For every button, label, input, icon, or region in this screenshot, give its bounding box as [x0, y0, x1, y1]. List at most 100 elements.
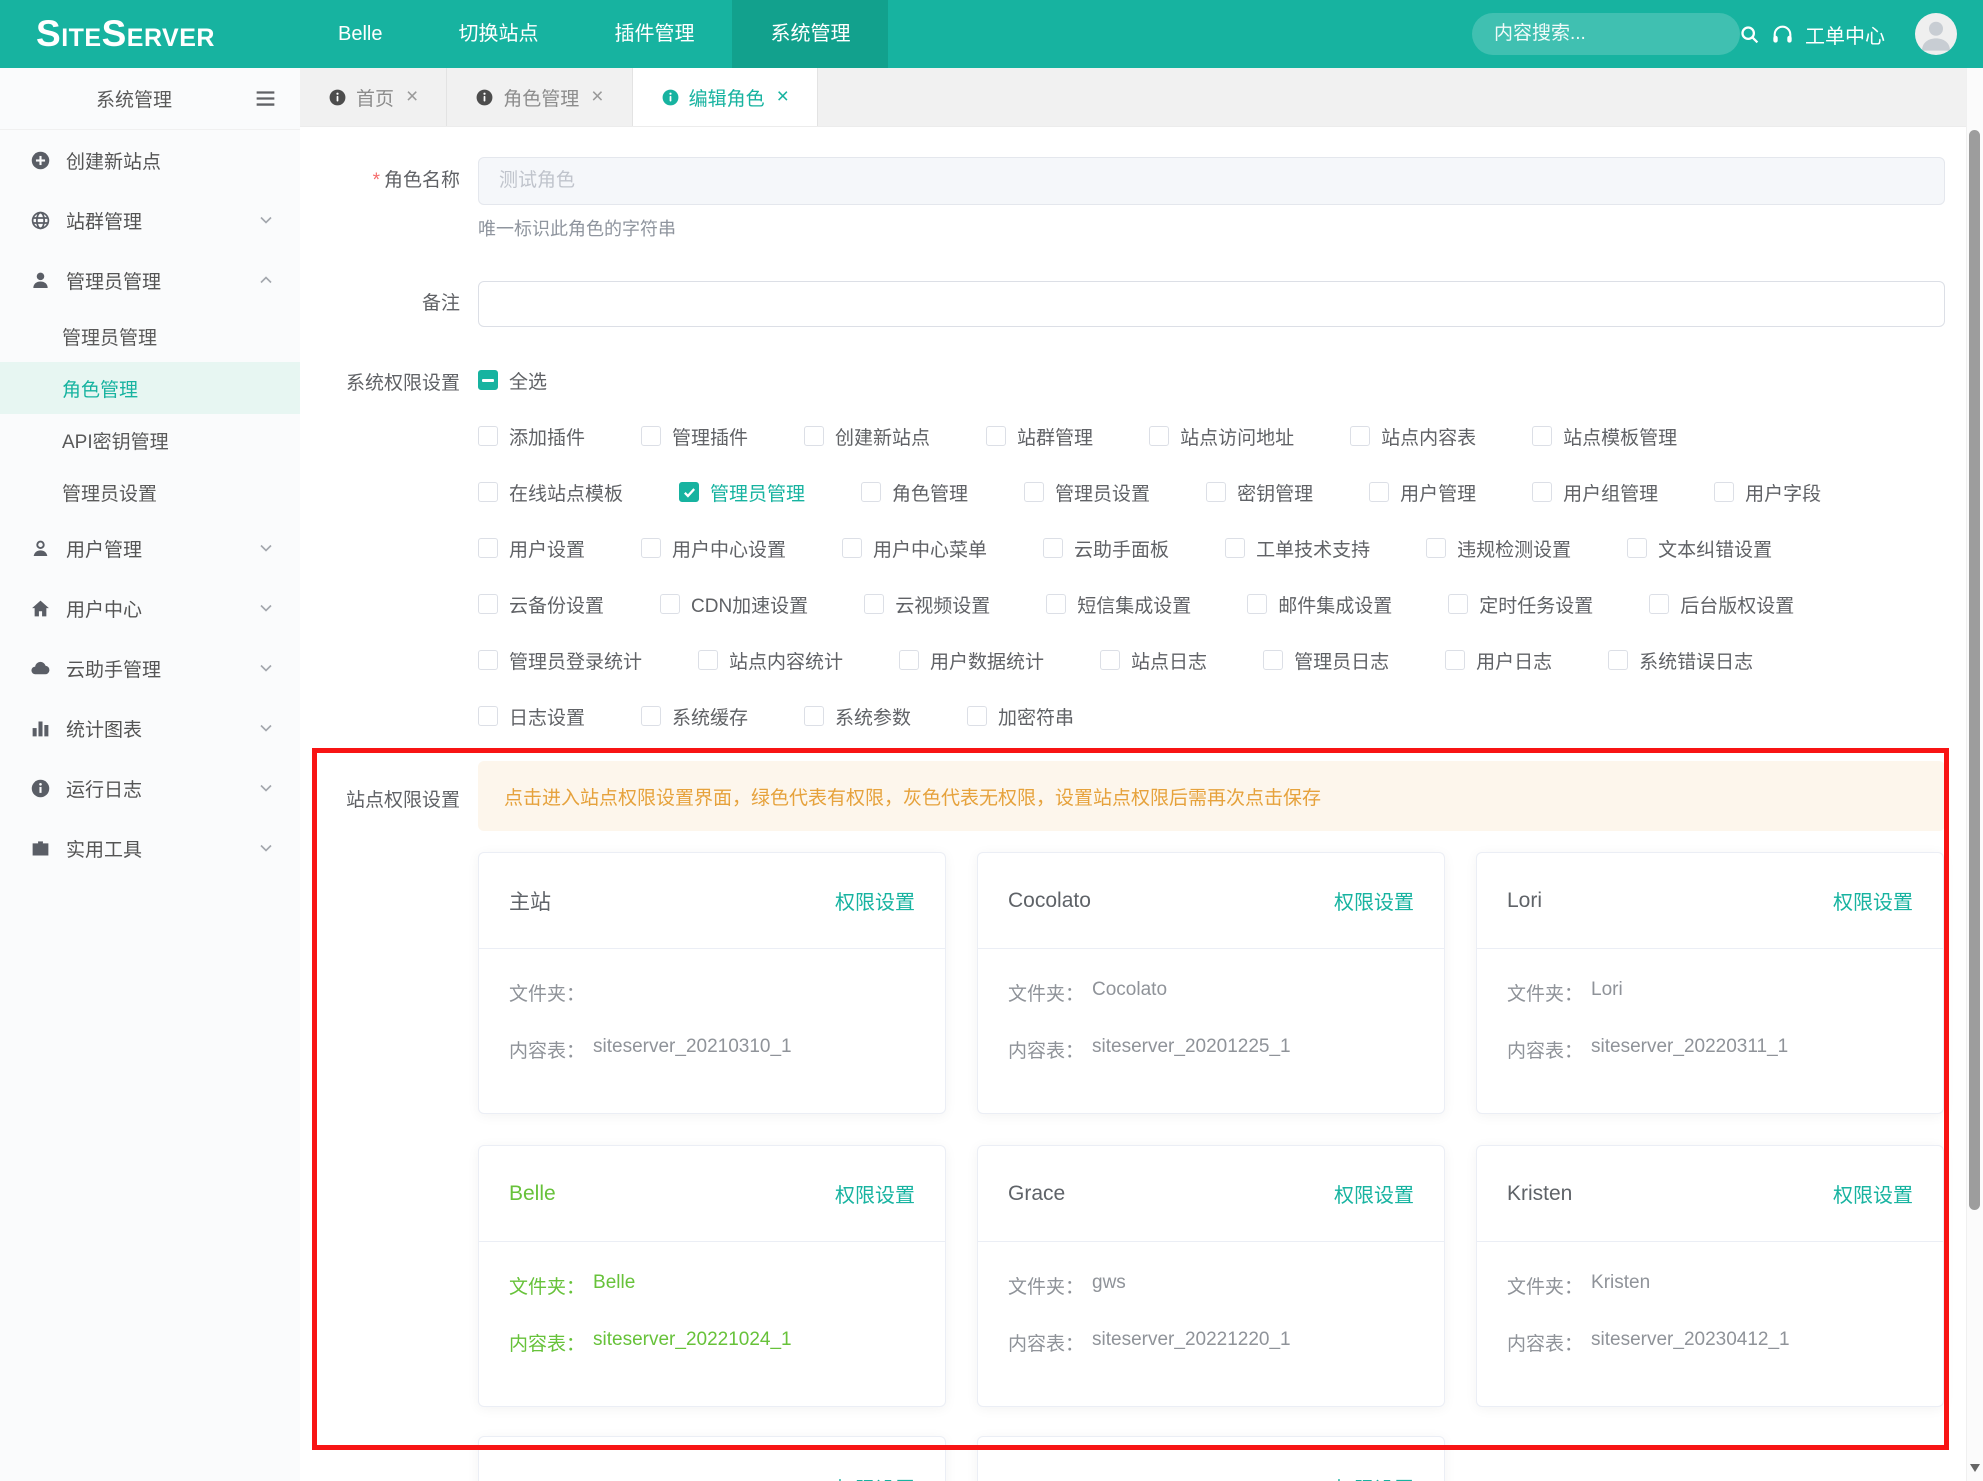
permission-checkbox-管理员登录统计[interactable]: 管理员登录统计 [478, 647, 642, 674]
permission-checkbox-站点内容表[interactable]: 站点内容表 [1350, 423, 1476, 450]
sidebar-subitem-管理员设置[interactable]: 管理员设置 [0, 466, 300, 518]
permission-checkbox-管理插件[interactable]: 管理插件 [641, 423, 748, 450]
checkbox-icon[interactable] [1627, 538, 1647, 558]
permission-checkbox-站点日志[interactable]: 站点日志 [1100, 647, 1207, 674]
nav-item-切换站点[interactable]: 切换站点 [420, 0, 576, 68]
permission-settings-link[interactable]: 权限设置 [1334, 1179, 1414, 1208]
checkbox-icon[interactable] [698, 650, 718, 670]
scrollbar-thumb[interactable] [1969, 130, 1980, 1210]
sidebar-item-创建新站点[interactable]: 创建新站点 [0, 130, 300, 190]
permission-checkbox-管理员设置[interactable]: 管理员设置 [1024, 479, 1150, 506]
permission-checkbox-用户管理[interactable]: 用户管理 [1369, 479, 1476, 506]
sidebar-item-运行日志[interactable]: 运行日志 [0, 758, 300, 818]
close-icon[interactable]: × [777, 85, 789, 109]
checkbox-icon[interactable] [861, 482, 881, 502]
checkbox-icon[interactable] [478, 594, 498, 614]
ticket-center-button[interactable]: 工单中心 [1770, 20, 1885, 49]
permission-checkbox-用户日志[interactable]: 用户日志 [1445, 647, 1552, 674]
checkbox-icon[interactable] [1046, 594, 1066, 614]
search-input[interactable] [1494, 23, 1739, 45]
checkbox-icon[interactable] [1714, 482, 1734, 502]
close-icon[interactable]: × [406, 85, 418, 109]
checkbox-icon[interactable] [478, 426, 498, 446]
permission-checkbox-违规检测设置[interactable]: 违规检测设置 [1426, 535, 1571, 562]
checkbox-icon[interactable] [1426, 538, 1446, 558]
permission-checkbox-在线站点模板[interactable]: 在线站点模板 [478, 479, 623, 506]
checkbox-icon[interactable] [660, 594, 680, 614]
permission-checkbox-系统错误日志[interactable]: 系统错误日志 [1608, 647, 1753, 674]
sidebar-item-云助手管理[interactable]: 云助手管理 [0, 638, 300, 698]
checkbox-icon[interactable] [1247, 594, 1267, 614]
checkbox-icon[interactable] [1608, 650, 1628, 670]
permission-checkbox-管理员管理[interactable]: 管理员管理 [679, 479, 805, 506]
permission-checkbox-用户中心设置[interactable]: 用户中心设置 [641, 535, 786, 562]
permission-settings-link[interactable]: 权限设置 [1833, 886, 1913, 915]
nav-item-系统管理[interactable]: 系统管理 [732, 0, 888, 68]
scrollbar-down-arrow[interactable] [1970, 1464, 1980, 1472]
checkbox-icon[interactable] [1350, 426, 1370, 446]
permission-checkbox-工单技术支持[interactable]: 工单技术支持 [1225, 535, 1370, 562]
checkbox-icon[interactable] [1100, 650, 1120, 670]
permission-checkbox-文本纠错设置[interactable]: 文本纠错设置 [1627, 535, 1772, 562]
checkbox-icon[interactable] [641, 706, 661, 726]
checkbox-icon[interactable] [1263, 650, 1283, 670]
permission-checkbox-用户字段[interactable]: 用户字段 [1714, 479, 1821, 506]
permission-checkbox-CDN加速设置[interactable]: CDN加速设置 [660, 591, 808, 618]
permission-checkbox-后台版权设置[interactable]: 后台版权设置 [1649, 591, 1794, 618]
permission-settings-link[interactable]: 权限设置 [835, 886, 915, 915]
permission-checkbox-添加插件[interactable]: 添加插件 [478, 423, 585, 450]
permission-checkbox-用户数据统计[interactable]: 用户数据统计 [899, 647, 1044, 674]
checkbox-icon[interactable] [842, 538, 862, 558]
permission-checkbox-用户设置[interactable]: 用户设置 [478, 535, 585, 562]
checkbox-icon[interactable] [1448, 594, 1468, 614]
sidebar-item-管理员管理[interactable]: 管理员管理 [0, 250, 300, 310]
checkbox-icon[interactable] [1532, 426, 1552, 446]
tab-角色管理[interactable]: 角色管理× [447, 68, 632, 126]
checkbox-icon[interactable] [1206, 482, 1226, 502]
checkbox-icon[interactable] [1649, 594, 1669, 614]
checkbox-icon[interactable] [967, 706, 987, 726]
permission-checkbox-站点内容统计[interactable]: 站点内容统计 [698, 647, 843, 674]
checkbox-checked-icon[interactable] [679, 482, 699, 502]
tab-编辑角色[interactable]: 编辑角色× [633, 68, 818, 126]
checkbox-icon[interactable] [804, 706, 824, 726]
checkbox-icon[interactable] [864, 594, 884, 614]
tab-首页[interactable]: 首页× [300, 68, 447, 126]
sidebar-subitem-API密钥管理[interactable]: API密钥管理 [0, 414, 300, 466]
nav-item-插件管理[interactable]: 插件管理 [576, 0, 732, 68]
sidebar-item-用户管理[interactable]: 用户管理 [0, 518, 300, 578]
permission-checkbox-站群管理[interactable]: 站群管理 [986, 423, 1093, 450]
permission-checkbox-站点访问地址[interactable]: 站点访问地址 [1149, 423, 1294, 450]
checkbox-icon[interactable] [1369, 482, 1389, 502]
permission-checkbox-邮件集成设置[interactable]: 邮件集成设置 [1247, 591, 1392, 618]
siteserver-logo[interactable]: SITESERVER [0, 13, 300, 55]
permission-settings-link[interactable]: 权限设置 [1334, 1473, 1414, 1481]
permission-checkbox-系统缓存[interactable]: 系统缓存 [641, 703, 748, 730]
checkbox-icon[interactable] [641, 426, 661, 446]
checkbox-icon[interactable] [641, 538, 661, 558]
permission-checkbox-短信集成设置[interactable]: 短信集成设置 [1046, 591, 1191, 618]
permission-settings-link[interactable]: 权限设置 [1833, 1179, 1913, 1208]
select-all-checkbox[interactable]: 全选 [478, 368, 1945, 392]
close-icon[interactable]: × [591, 85, 603, 109]
permission-checkbox-站点模板管理[interactable]: 站点模板管理 [1532, 423, 1677, 450]
remark-input[interactable] [478, 281, 1945, 327]
permission-settings-link[interactable]: 权限设置 [1334, 886, 1414, 915]
checkbox-icon[interactable] [478, 538, 498, 558]
checkbox-icon[interactable] [1043, 538, 1063, 558]
checkbox-icon[interactable] [478, 706, 498, 726]
sidebar-item-用户中心[interactable]: 用户中心 [0, 578, 300, 638]
permission-checkbox-云备份设置[interactable]: 云备份设置 [478, 591, 604, 618]
checkbox-indeterminate-icon[interactable] [478, 370, 498, 390]
checkbox-icon[interactable] [478, 482, 498, 502]
sidebar-subitem-管理员管理[interactable]: 管理员管理 [0, 310, 300, 362]
checkbox-icon[interactable] [1445, 650, 1465, 670]
sidebar-subitem-角色管理[interactable]: 角色管理 [0, 362, 300, 414]
permission-checkbox-密钥管理[interactable]: 密钥管理 [1206, 479, 1313, 506]
permission-checkbox-加密符串[interactable]: 加密符串 [967, 703, 1074, 730]
avatar[interactable] [1915, 13, 1957, 55]
checkbox-icon[interactable] [986, 426, 1006, 446]
permission-checkbox-管理员日志[interactable]: 管理员日志 [1263, 647, 1389, 674]
sidebar-item-实用工具[interactable]: 实用工具 [0, 818, 300, 878]
sidebar-item-站群管理[interactable]: 站群管理 [0, 190, 300, 250]
